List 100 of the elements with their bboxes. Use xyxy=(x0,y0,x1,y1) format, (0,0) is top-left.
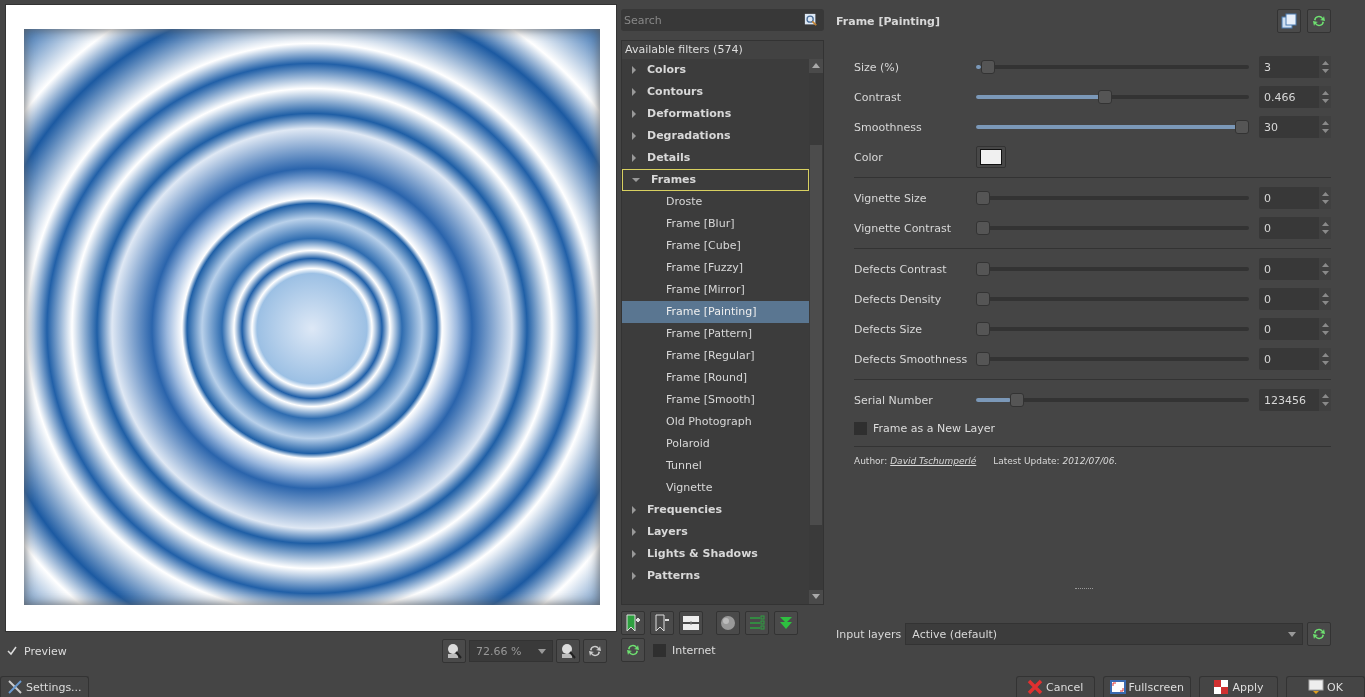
refresh-button[interactable] xyxy=(1307,9,1331,33)
tree-item[interactable]: Frame [Painting] xyxy=(622,301,809,323)
slider[interactable] xyxy=(976,262,1249,276)
tree-item[interactable]: Deformations xyxy=(622,103,809,125)
tree-item[interactable]: Frames xyxy=(622,169,809,191)
add-favorite-button[interactable] xyxy=(621,611,645,635)
tree-item[interactable]: Old Photograph xyxy=(622,411,809,433)
tree-item[interactable]: Frame [Mirror] xyxy=(622,279,809,301)
slider-thumb[interactable] xyxy=(1097,90,1112,104)
spin-arrows-icon[interactable] xyxy=(1319,217,1331,239)
expand-arrow-icon xyxy=(632,550,636,558)
spin-arrows-icon[interactable] xyxy=(1319,56,1331,78)
spin-arrows-icon[interactable] xyxy=(1319,389,1331,411)
refresh-button[interactable] xyxy=(621,638,645,662)
slider-thumb[interactable] xyxy=(1235,120,1249,134)
number-field[interactable]: 0 xyxy=(1259,288,1331,310)
window-button[interactable] xyxy=(1277,9,1301,33)
tree-item[interactable]: Polaroid xyxy=(622,433,809,455)
tree-item[interactable]: Frame [Smooth] xyxy=(622,389,809,411)
slider[interactable] xyxy=(976,393,1249,407)
slider-thumb[interactable] xyxy=(1009,393,1024,407)
slider-thumb[interactable] xyxy=(976,221,990,235)
apply-button[interactable]: Apply xyxy=(1199,676,1278,697)
preview-checkbox[interactable]: Preview xyxy=(5,644,67,658)
author-label: Author: xyxy=(854,456,888,466)
param-label: Color xyxy=(854,150,884,164)
settings-button[interactable]: Settings... xyxy=(0,676,89,697)
input-layers-label: Input layers xyxy=(836,627,902,641)
refresh-button[interactable] xyxy=(1307,622,1331,646)
internet-checkbox[interactable]: Internet xyxy=(653,643,716,657)
sphere-button[interactable] xyxy=(716,611,740,635)
number-field[interactable]: 0 xyxy=(1259,217,1331,239)
slider-thumb[interactable] xyxy=(976,322,990,336)
spin-arrows-icon[interactable] xyxy=(1319,187,1331,209)
number-field[interactable]: 0 xyxy=(1259,258,1331,280)
remove-favorite-button[interactable] xyxy=(650,611,674,635)
tree-item[interactable]: Frame [Round] xyxy=(622,367,809,389)
search-field[interactable]: Search xyxy=(621,9,824,31)
spin-arrows-icon[interactable] xyxy=(1319,318,1331,340)
tree-item[interactable]: Layers xyxy=(622,521,809,543)
bookmark-icon xyxy=(625,614,641,632)
update-label: Latest Update: xyxy=(993,456,1060,466)
number-field[interactable]: 0 xyxy=(1259,187,1331,209)
slider[interactable] xyxy=(976,221,1249,235)
number-field[interactable]: 0.466 xyxy=(1259,86,1331,108)
cancel-button[interactable]: Cancel xyxy=(1015,676,1095,697)
slider-thumb[interactable] xyxy=(976,292,990,306)
slider-thumb[interactable] xyxy=(976,352,990,366)
number-field[interactable]: 123456 xyxy=(1259,389,1331,411)
number-field[interactable]: 0 xyxy=(1259,348,1331,370)
scrollbar[interactable] xyxy=(809,59,823,604)
slider[interactable] xyxy=(976,191,1249,205)
slider[interactable] xyxy=(976,60,1249,74)
slider[interactable] xyxy=(976,292,1249,306)
ok-button[interactable]: OK xyxy=(1286,676,1365,697)
slider[interactable] xyxy=(976,90,1249,104)
zoom-field[interactable]: 72.66 % xyxy=(469,640,553,662)
tree-item[interactable]: Degradations xyxy=(622,125,809,147)
number-field[interactable]: 30 xyxy=(1259,116,1331,138)
spin-arrows-icon[interactable] xyxy=(1319,86,1331,108)
slider[interactable] xyxy=(976,322,1249,336)
tree-item[interactable]: Details xyxy=(622,147,809,169)
tree-item[interactable]: Droste xyxy=(622,191,809,213)
spin-arrows-icon[interactable] xyxy=(1319,258,1331,280)
tree-item[interactable]: Contours xyxy=(622,81,809,103)
spin-arrows-icon[interactable] xyxy=(1319,116,1331,138)
slider[interactable] xyxy=(976,352,1249,366)
tree-item[interactable]: Patterns xyxy=(622,565,809,587)
slider[interactable] xyxy=(976,120,1249,134)
rename-button[interactable] xyxy=(679,611,703,635)
param-label: Smoothness xyxy=(854,120,923,134)
tree-item[interactable]: Vignette xyxy=(622,477,809,499)
tree-item[interactable]: Frame [Pattern] xyxy=(622,323,809,345)
spin-arrows-icon[interactable] xyxy=(1319,288,1331,310)
tree-item[interactable]: Frame [Fuzzy] xyxy=(622,257,809,279)
slider-thumb[interactable] xyxy=(981,60,996,74)
fullscreen-button[interactable]: Fullscreen xyxy=(1102,676,1191,697)
tree-item[interactable]: Frame [Blur] xyxy=(622,213,809,235)
number-field[interactable]: 3 xyxy=(1259,56,1331,78)
zoom-in-button[interactable] xyxy=(556,639,580,663)
spin-arrows-icon[interactable] xyxy=(1319,348,1331,370)
new-layer-checkbox[interactable]: Frame as a New Layer xyxy=(854,415,1331,441)
zoom-out-button[interactable] xyxy=(442,639,466,663)
list-button[interactable] xyxy=(745,611,769,635)
input-layers-dropdown[interactable]: Active (default) xyxy=(905,623,1303,645)
tree-item[interactable]: Colors xyxy=(622,59,809,81)
expand-arrow-icon xyxy=(632,572,636,580)
tree-item[interactable]: Frequencies xyxy=(622,499,809,521)
slider-thumb[interactable] xyxy=(976,191,990,205)
slider-thumb[interactable] xyxy=(976,262,990,276)
tree-item[interactable]: Tunnel xyxy=(622,455,809,477)
tree-item[interactable]: Frame [Regular] xyxy=(622,345,809,367)
author-link[interactable]: David Tschumperlé xyxy=(890,456,977,466)
splitter-handle[interactable] xyxy=(1074,588,1093,592)
number-field[interactable]: 0 xyxy=(1259,318,1331,340)
tree-item[interactable]: Frame [Cube] xyxy=(622,235,809,257)
download-button[interactable] xyxy=(774,611,798,635)
tree-item[interactable]: Lights & Shadows xyxy=(622,543,809,565)
param-label: Defects Smoothness xyxy=(854,352,969,366)
refresh-button[interactable] xyxy=(583,639,607,663)
